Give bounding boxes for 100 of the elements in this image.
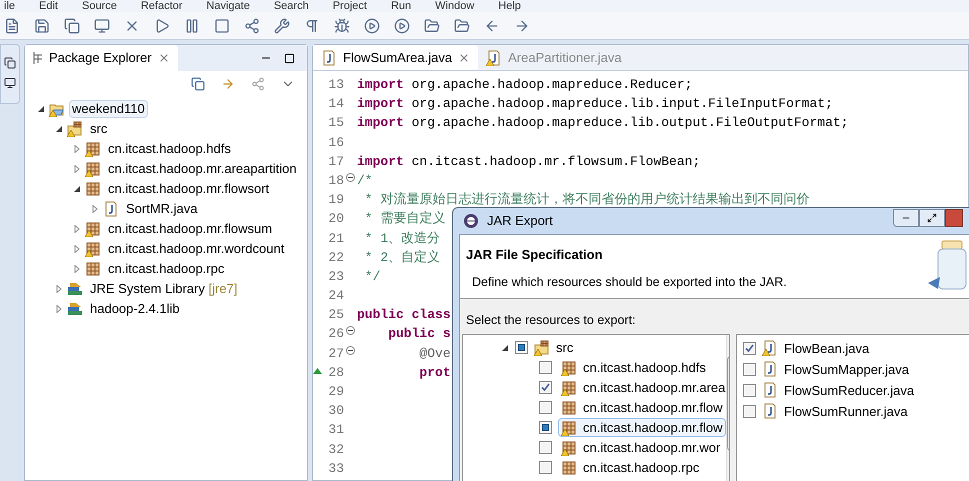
- collapse-arrow-icon[interactable]: [73, 185, 81, 193]
- checkbox[interactable]: [539, 381, 552, 394]
- package-icon: [85, 241, 101, 257]
- library-icon: [67, 301, 83, 317]
- collapse-all-icon[interactable]: [191, 77, 205, 91]
- checkbox[interactable]: [539, 461, 552, 474]
- open-folder-icon[interactable]: [424, 18, 440, 34]
- run-icon[interactable]: [364, 18, 380, 34]
- resume-icon[interactable]: [154, 18, 170, 34]
- line-number: 13: [328, 76, 344, 94]
- menu-item[interactable]: Search: [274, 0, 309, 12]
- checkbox[interactable]: [539, 441, 552, 454]
- back-icon[interactable]: [484, 18, 500, 34]
- view-tab[interactable]: Package Explorer: [25, 45, 178, 71]
- file-item[interactable]: FlowSumRunner.java: [784, 402, 908, 421]
- checkbox[interactable]: [743, 384, 756, 397]
- code-line: import org.apache.hadoop.mapreduce.lib.output.FileOutputFormat;: [357, 114, 848, 132]
- warning-icon: [762, 349, 770, 356]
- tree-item[interactable]: cn.itcast.hadoop.rpc: [105, 260, 228, 278]
- menu-item[interactable]: Help: [498, 0, 521, 12]
- tree-item[interactable]: hadoop-2.4.1lib: [87, 300, 183, 318]
- wrench-icon[interactable]: [274, 18, 290, 34]
- line-number: 28: [328, 364, 344, 382]
- fold-icon[interactable]: [346, 326, 355, 336]
- file-item[interactable]: FlowBean.java: [784, 338, 870, 358]
- save-all-icon[interactable]: [64, 18, 80, 34]
- java-file-icon: [762, 382, 778, 398]
- restore-icon[interactable]: [4, 57, 16, 69]
- tree-item[interactable]: cn.itcast.hadoop.mr.wordcount: [105, 240, 288, 258]
- view-icon[interactable]: [4, 77, 16, 89]
- suspend-icon[interactable]: [184, 18, 200, 34]
- checkbox[interactable]: [743, 342, 756, 355]
- tree-item[interactable]: weekend110: [69, 100, 148, 118]
- menu-item[interactable]: Window: [435, 0, 474, 12]
- fold-icon[interactable]: [346, 172, 355, 182]
- forward-icon[interactable]: [514, 18, 530, 34]
- tree-item[interactable]: src: [556, 338, 574, 358]
- checkbox[interactable]: [743, 404, 756, 418]
- new-icon[interactable]: [4, 18, 20, 34]
- checkbox[interactable]: [539, 401, 552, 414]
- menu-item[interactable]: Run: [390, 0, 412, 12]
- save-icon[interactable]: [34, 18, 50, 34]
- code-line: public class: [357, 306, 451, 324]
- tree-item[interactable]: cn.itcast.hadoop.mr.areapartition: [105, 160, 300, 178]
- tree-item[interactable]: cn.itcast.hadoop.hdfs: [105, 140, 234, 158]
- monitor-icon[interactable]: [94, 18, 110, 34]
- package-icon: [85, 221, 101, 237]
- tree-item[interactable]: cn.itcast.hadoop.hdfs: [583, 358, 706, 378]
- tree-item[interactable]: cn.itcast.hadoop.rpc: [583, 458, 700, 478]
- tree-item[interactable]: cn.itcast.hadoop.mr.flow: [583, 398, 722, 418]
- share-icon[interactable]: [244, 18, 260, 34]
- maximize-button[interactable]: [919, 209, 945, 227]
- expand-arrow-icon[interactable]: [73, 245, 81, 253]
- tree-item[interactable]: cn.itcast.hadoop.mr.wor: [583, 438, 720, 458]
- collapse-arrow-icon[interactable]: [501, 344, 509, 352]
- tree-item[interactable]: src: [87, 120, 110, 138]
- package-icon: [561, 460, 577, 476]
- expand-arrow-icon[interactable]: [55, 285, 63, 293]
- menu-item[interactable]: Navigate: [206, 0, 250, 12]
- pilcrow-icon[interactable]: [304, 18, 320, 34]
- menu-item[interactable]: Edit: [39, 0, 58, 12]
- line-number: 24: [328, 287, 344, 306]
- terminate-icon[interactable]: [214, 18, 230, 34]
- expand-arrow-icon[interactable]: [55, 305, 63, 313]
- menu-item[interactable]: Refactor: [140, 0, 182, 12]
- tree-item[interactable]: SortMR.java: [123, 200, 201, 218]
- expand-arrow-icon[interactable]: [91, 205, 99, 213]
- tree-item[interactable]: cn.itcast.hadoop.mr.flowsum: [105, 220, 276, 238]
- debug-icon[interactable]: [334, 18, 350, 34]
- editor-tab[interactable]: FlowSumArea.java: [313, 45, 478, 70]
- package-icon: [85, 261, 101, 277]
- package-icon: [561, 360, 577, 376]
- tree-item[interactable]: cn.itcast.hadoop.mr.area: [583, 378, 726, 398]
- collapse-arrow-icon[interactable]: [37, 105, 45, 113]
- checkbox[interactable]: [539, 421, 552, 434]
- menu-item[interactable]: Project: [332, 0, 367, 12]
- link-editor-icon[interactable]: [221, 77, 235, 91]
- checkbox[interactable]: [515, 341, 528, 354]
- file-item[interactable]: FlowSumReducer.java: [784, 380, 914, 400]
- maximize-icon: [927, 213, 937, 223]
- checkbox[interactable]: [539, 361, 552, 374]
- warning-icon: [561, 428, 569, 436]
- expand-arrow-icon[interactable]: [73, 145, 81, 153]
- tree-item[interactable]: JRE System Library [jre7]: [87, 280, 240, 298]
- collapse-arrow-icon[interactable]: [55, 125, 63, 133]
- expand-arrow-icon[interactable]: [73, 165, 81, 173]
- folder-icon[interactable]: [454, 18, 470, 34]
- fold-icon[interactable]: [346, 346, 355, 355]
- maximize-icon[interactable]: [284, 52, 295, 64]
- close-icon[interactable]: [458, 52, 470, 64]
- tree-item[interactable]: cn.itcast.hadoop.mr.flowsort: [105, 180, 272, 198]
- file-item[interactable]: FlowSumMapper.java: [784, 360, 909, 379]
- expand-arrow-icon[interactable]: [73, 265, 81, 273]
- checkbox[interactable]: [743, 362, 756, 376]
- close-icon[interactable]: [158, 52, 170, 64]
- expand-arrow-icon[interactable]: [73, 225, 81, 233]
- menu-item[interactable]: ile: [4, 0, 16, 12]
- menu-item[interactable]: Source: [82, 0, 117, 12]
- warning-icon: [85, 230, 93, 237]
- line-number: 32: [328, 440, 344, 459]
